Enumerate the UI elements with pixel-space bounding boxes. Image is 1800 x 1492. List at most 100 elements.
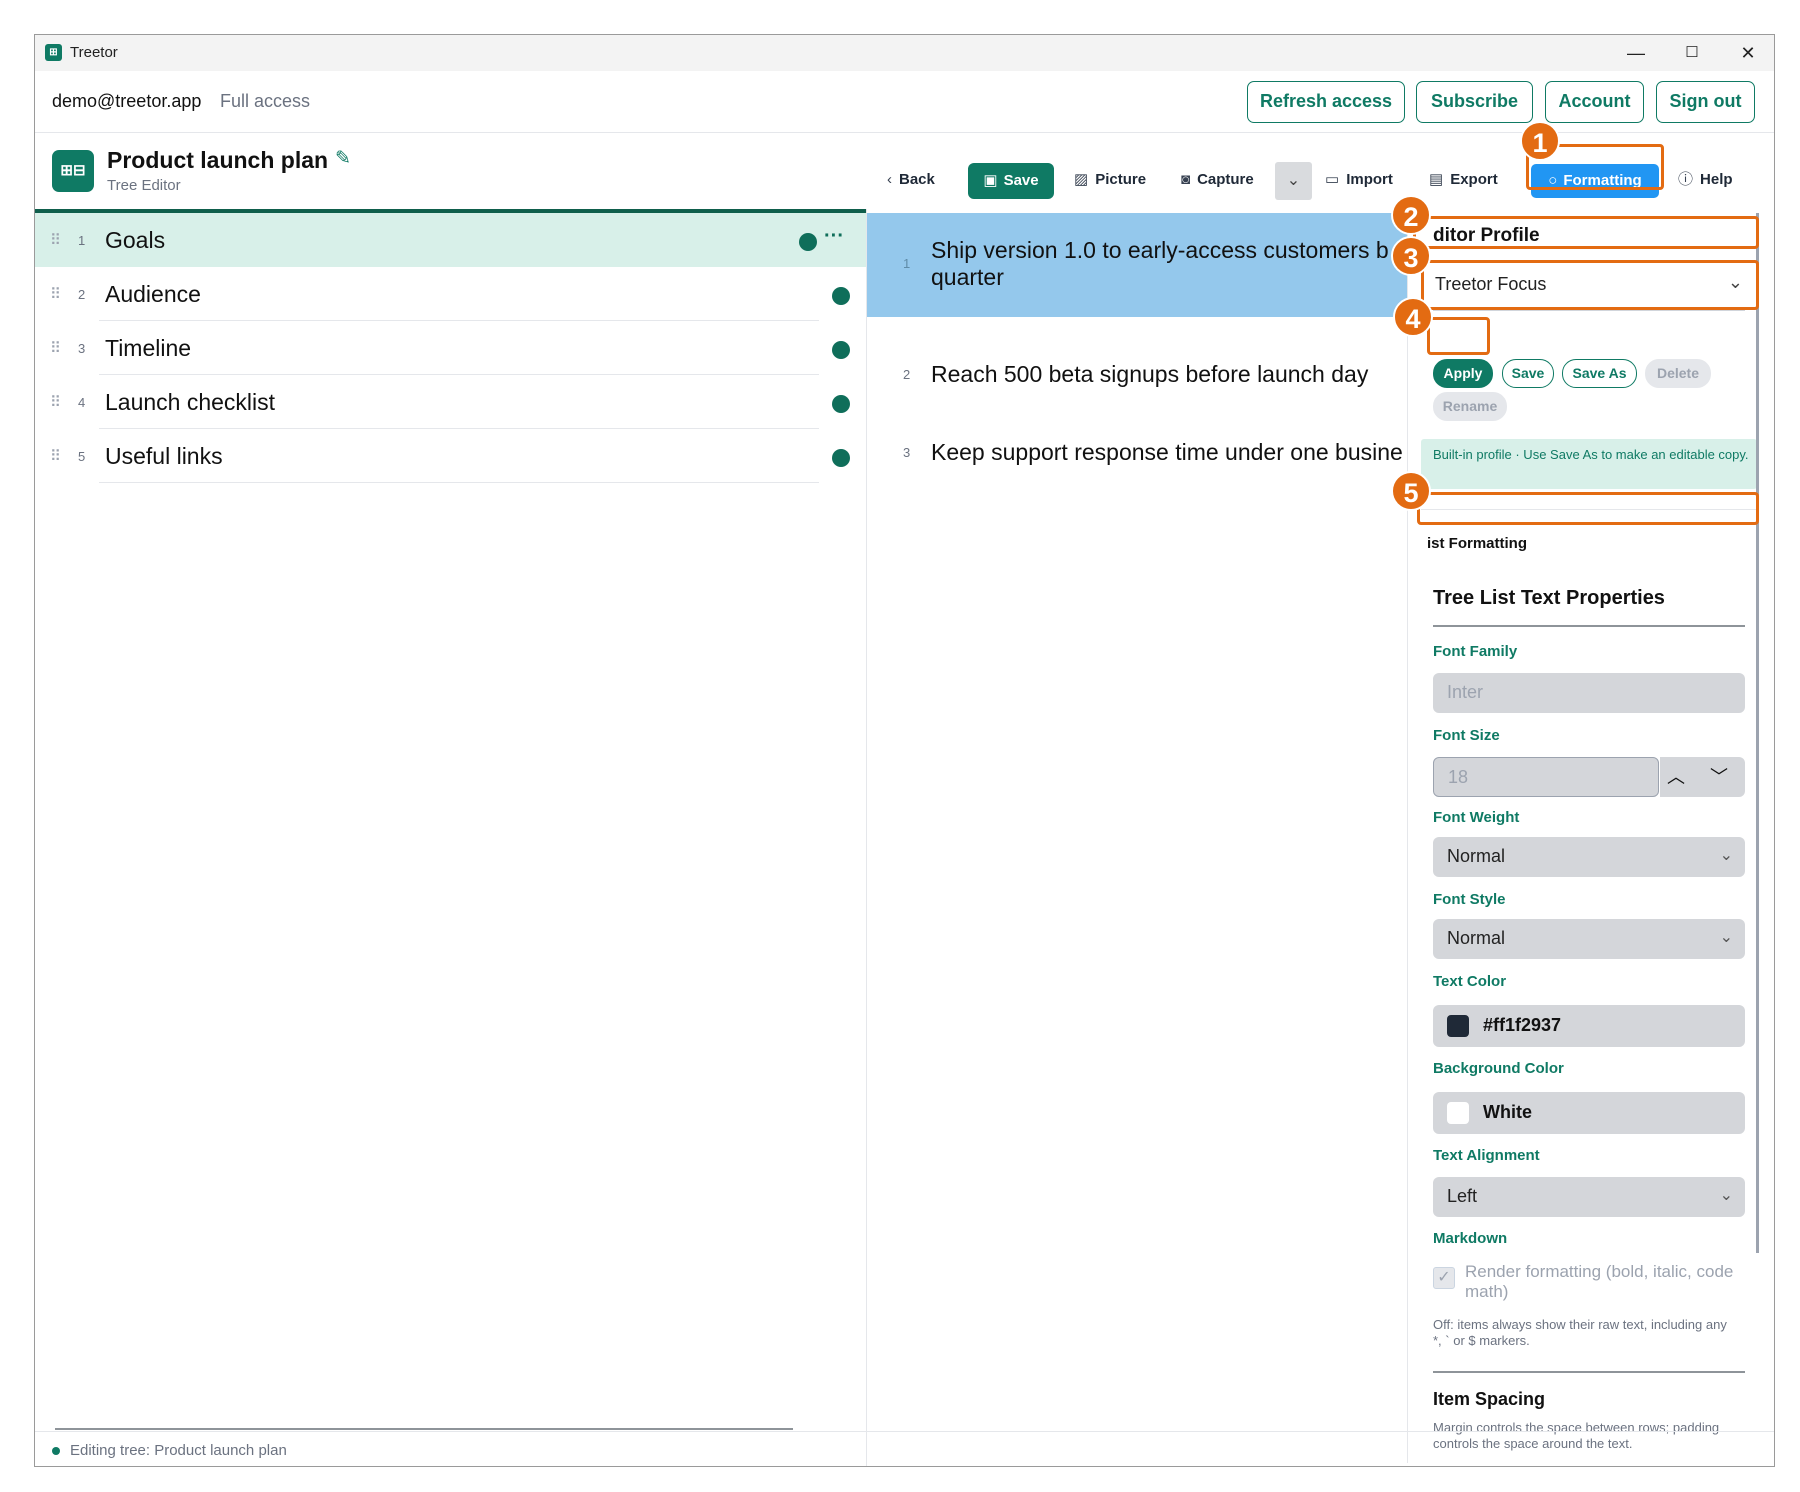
background-color-picker[interactable]: White bbox=[1433, 1092, 1745, 1134]
chevron-down-icon: ⌄ bbox=[1719, 929, 1733, 946]
back-button[interactable]: ‹ Back bbox=[887, 163, 935, 197]
text-color-picker[interactable]: #ff1f2937 bbox=[1433, 1005, 1745, 1047]
font-size-label: Font Size bbox=[1433, 727, 1500, 744]
drag-handle-icon[interactable]: ⠿ bbox=[50, 339, 61, 357]
font-family-label: Font Family bbox=[1433, 643, 1518, 660]
save-as-profile-button[interactable]: Save As bbox=[1562, 359, 1637, 388]
status-dot bbox=[52, 1447, 60, 1455]
image-icon: ▨ bbox=[1074, 171, 1089, 188]
apply-profile-button[interactable]: Apply bbox=[1433, 359, 1493, 388]
item-text: Keep support response time under one bus… bbox=[931, 439, 1403, 465]
access-level: Full access bbox=[220, 91, 311, 111]
tree-row-number: 3 bbox=[78, 341, 86, 356]
chevron-down-icon[interactable]: ﹀ bbox=[1710, 763, 1728, 789]
drag-handle-icon[interactable]: ⠿ bbox=[50, 393, 61, 411]
document-header: ⊞⊟ Product launch plan ✎ Tree Editor ‹ Ba… bbox=[35, 133, 1774, 209]
tree-editor-icon: ⊞⊟ bbox=[52, 150, 94, 192]
title-bar: ⊞ Treetor — ☐ ✕ bbox=[35, 35, 1774, 71]
chevron-left-icon: ‹ bbox=[887, 171, 892, 188]
drag-handle-icon[interactable]: ⠿ bbox=[50, 231, 61, 249]
item-row-selected[interactable]: 1 Ship version 1.0 to early-access custo… bbox=[867, 213, 1407, 317]
section-title: Tree List Text Properties bbox=[1433, 587, 1665, 609]
font-size-input[interactable]: 18 bbox=[1433, 757, 1659, 797]
save-button[interactable]: ▣ Save bbox=[968, 163, 1054, 199]
document-subtitle: Tree Editor bbox=[107, 177, 181, 194]
export-button[interactable]: ▤ Export bbox=[1429, 163, 1498, 197]
callout-badge-2: 2 bbox=[1391, 195, 1431, 235]
list-formatting-header[interactable]: ist Formatting bbox=[1427, 535, 1527, 552]
tree-row-number: 2 bbox=[78, 287, 86, 302]
tree-row-label: Timeline bbox=[105, 335, 192, 361]
row-divider bbox=[99, 482, 819, 483]
window-title: Treetor bbox=[70, 44, 118, 61]
font-style-select[interactable]: Normal ⌄ bbox=[1433, 919, 1745, 959]
panel-scrollbar[interactable] bbox=[1756, 213, 1759, 1253]
chevron-up-icon[interactable]: ︿ bbox=[1667, 763, 1685, 789]
refresh-access-button[interactable]: Refresh access bbox=[1247, 81, 1405, 123]
drag-handle-icon[interactable]: ⠿ bbox=[50, 285, 61, 303]
close-icon[interactable]: ✕ bbox=[1720, 35, 1774, 71]
sign-out-button[interactable]: Sign out bbox=[1656, 81, 1755, 123]
tree-row-audience[interactable]: ⠿ 2 Audience bbox=[35, 267, 866, 321]
item-number: 3 bbox=[903, 445, 911, 460]
tree-row-launch-checklist[interactable]: ⠿ 4 Launch checklist bbox=[35, 375, 866, 429]
import-button[interactable]: ▭ Import bbox=[1325, 163, 1393, 197]
delete-profile-button[interactable]: Delete bbox=[1645, 359, 1711, 388]
callout-box-2 bbox=[1413, 216, 1759, 249]
item-row[interactable]: 2 Reach 500 beta signups before launch d… bbox=[867, 355, 1407, 395]
drag-handle-icon[interactable]: ⠿ bbox=[50, 447, 61, 465]
font-size-value: 18 bbox=[1448, 767, 1469, 787]
tree-horizontal-scrollbar[interactable] bbox=[55, 1428, 793, 1430]
tree-row-label: Audience bbox=[105, 281, 201, 307]
font-weight-select[interactable]: Normal ⌄ bbox=[1433, 837, 1745, 877]
font-size-stepper[interactable]: ︿ ﹀ bbox=[1660, 757, 1745, 797]
status-dot bbox=[832, 395, 850, 413]
document-title: Product launch plan bbox=[107, 147, 329, 173]
pencil-icon[interactable]: ✎ bbox=[335, 147, 351, 170]
capture-dropdown-chevron-icon[interactable]: ⌄ bbox=[1275, 162, 1312, 200]
background-color-label: Background Color bbox=[1433, 1060, 1564, 1077]
tree-row-useful-links[interactable]: ⠿ 5 Useful links bbox=[35, 429, 866, 483]
markdown-note-continued: *, ` or $ markers. bbox=[1433, 1333, 1530, 1348]
font-style-value: Normal bbox=[1447, 928, 1506, 948]
item-spacing-title: Item Spacing bbox=[1433, 1389, 1546, 1409]
capture-button[interactable]: ◙ Capture bbox=[1181, 163, 1254, 197]
builtin-profile-note: Built-in profile · Use Save As to make a… bbox=[1421, 439, 1757, 489]
more-options-icon[interactable]: ··· bbox=[824, 225, 844, 248]
tree-row-number: 1 bbox=[78, 233, 86, 248]
item-row[interactable]: 3 Keep support response time under one b… bbox=[867, 433, 1407, 473]
tree-row-goals[interactable]: ⠿ 1 Goals ··· bbox=[35, 213, 866, 267]
tree-row-label: Useful links bbox=[105, 443, 223, 469]
item-text: Reach 500 beta signups before launch day bbox=[931, 361, 1369, 387]
tree-row-label: Launch checklist bbox=[105, 389, 276, 415]
picture-button[interactable]: ▨ Picture bbox=[1074, 163, 1146, 197]
minimize-icon[interactable]: — bbox=[1608, 35, 1664, 71]
folder-icon: ▭ bbox=[1325, 171, 1340, 188]
maximize-icon[interactable]: ☐ bbox=[1664, 35, 1720, 71]
status-dot bbox=[832, 341, 850, 359]
item-number: 1 bbox=[903, 256, 911, 271]
callout-badge-5: 5 bbox=[1391, 471, 1431, 511]
item-text: Ship version 1.0 to early-access custome… bbox=[931, 237, 1389, 263]
section-rule bbox=[1433, 1371, 1745, 1373]
formatting-panel: ditor Profile Treetor Focus ⌄ Apply Save… bbox=[1407, 213, 1759, 1463]
font-style-label: Font Style bbox=[1433, 891, 1506, 908]
callout-box-5 bbox=[1417, 492, 1759, 525]
app-window: ⊞ Treetor — ☐ ✕ demo@treetor.app Full ac… bbox=[34, 34, 1775, 1467]
tree-row-number: 5 bbox=[78, 449, 86, 464]
rename-profile-button[interactable]: Rename bbox=[1433, 392, 1507, 421]
markdown-note: Off: items always show their raw text, i… bbox=[1433, 1317, 1727, 1332]
help-button[interactable]: ⓘ Help bbox=[1678, 163, 1733, 197]
font-family-input[interactable]: Inter bbox=[1433, 673, 1745, 713]
markdown-checkbox[interactable]: ✓ bbox=[1433, 1267, 1455, 1289]
save-profile-button[interactable]: Save bbox=[1502, 359, 1554, 388]
account-bar: demo@treetor.app Full access Refresh acc… bbox=[35, 71, 1774, 133]
text-color-value: #ff1f2937 bbox=[1483, 1015, 1562, 1035]
subscribe-button[interactable]: Subscribe bbox=[1416, 81, 1533, 123]
select-underline bbox=[1433, 310, 1745, 311]
user-email: demo@treetor.app bbox=[52, 91, 202, 111]
text-alignment-select[interactable]: Left ⌄ bbox=[1433, 1177, 1745, 1217]
status-dot bbox=[832, 287, 850, 305]
account-button[interactable]: Account bbox=[1545, 81, 1644, 123]
tree-row-timeline[interactable]: ⠿ 3 Timeline bbox=[35, 321, 866, 375]
